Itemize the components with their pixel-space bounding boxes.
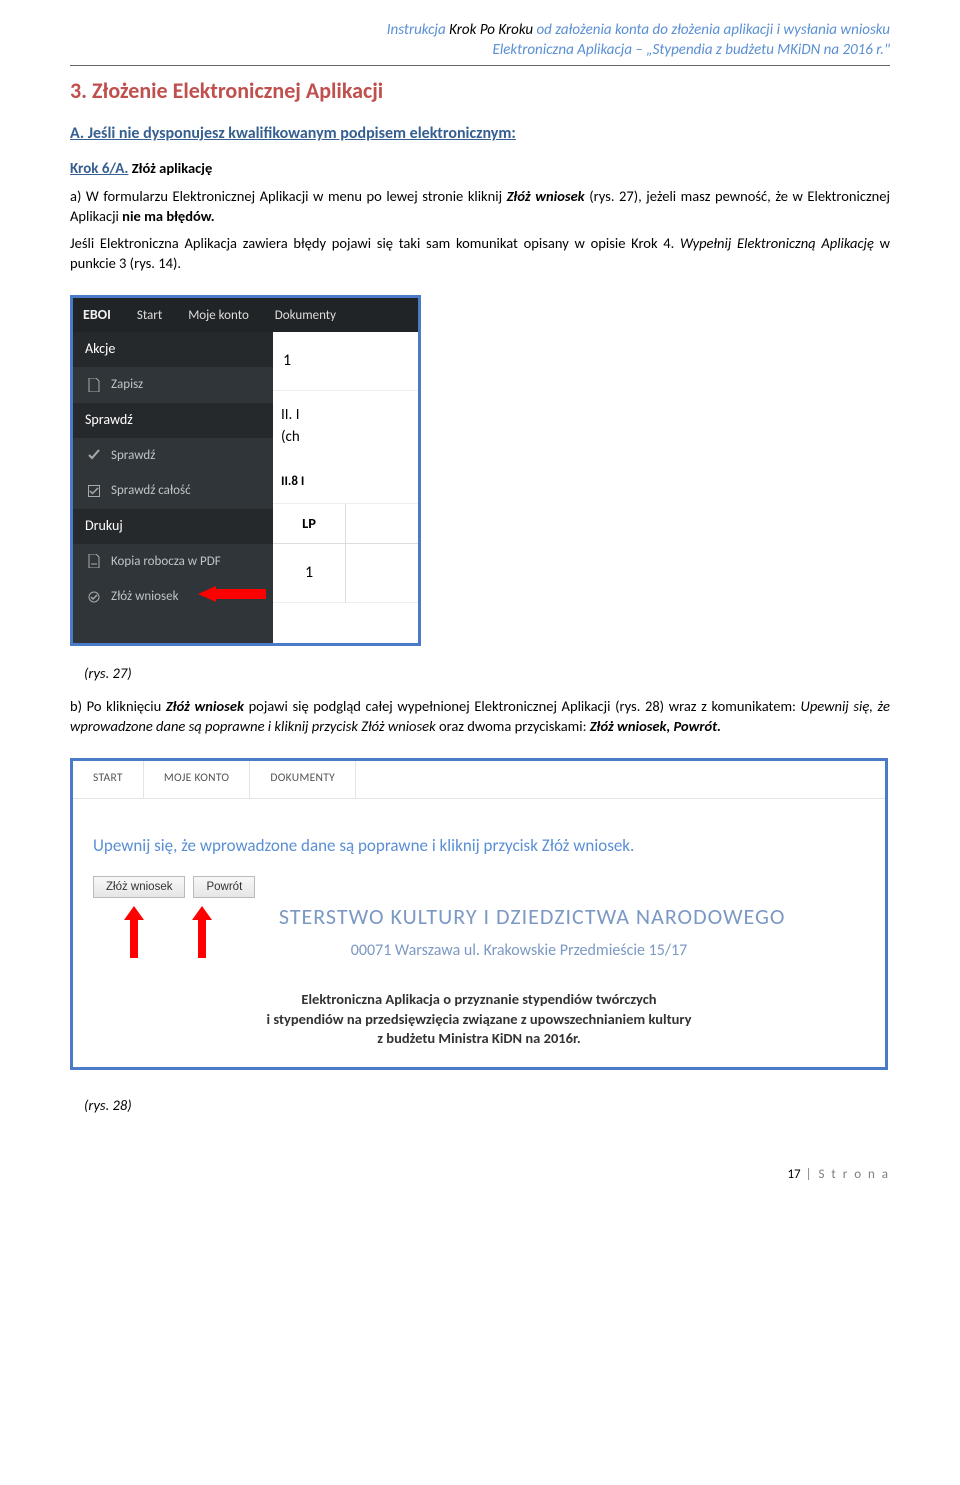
- para-a-bold: Złóż wniosek: [507, 187, 585, 205]
- page-footer: 17 | S t r o n a: [70, 1166, 890, 1184]
- para-b-ital: Wypełnij Elektroniczną Aplikację: [680, 234, 874, 252]
- subsection-a: A. Jeśli nie dysponujesz kwalifikowanym …: [70, 123, 890, 145]
- confirm-notice: Upewnij się, że wprowadzone dane są popr…: [93, 835, 865, 858]
- eboi-brand: EBOI: [83, 306, 111, 325]
- sidebar-item-label: Zapisz: [111, 376, 143, 394]
- annotation-arrow-icon: [198, 584, 268, 604]
- nav-start[interactable]: Start: [137, 307, 162, 325]
- paragraph-b: Jeśli Elektroniczna Aplikacja zawiera bł…: [70, 234, 890, 273]
- file-icon: [87, 378, 101, 392]
- header-line2: Elektroniczna Aplikacja – „Stypendia z b…: [70, 40, 890, 60]
- check-square-icon: [87, 485, 101, 497]
- screenshot-2: START MOJE KONTO DOKUMENTY Upewnij się, …: [70, 758, 888, 1070]
- main-h28: II.8 I: [273, 461, 418, 504]
- tabs-bar: START MOJE KONTO DOKUMENTY: [73, 761, 885, 799]
- step-line: Krok 6/A. Złóż aplikację: [70, 159, 890, 179]
- page-number: 17: [787, 1167, 800, 1182]
- nav-dokumenty[interactable]: Dokumenty: [275, 307, 336, 325]
- submit-icon: [87, 591, 101, 603]
- main-roman: II. I: [273, 391, 418, 427]
- pdf-icon: [87, 554, 101, 568]
- ministry-title: MISTERSTWO KULTURY I DZIEDZICTWA NARODOW…: [173, 902, 865, 932]
- main-cell-1: 1: [273, 332, 418, 391]
- annotation-arrows: MISTERSTWO KULTURY I DZIEDZICTWA NARODOW…: [93, 906, 865, 976]
- eboi-topbar: EBOI Start Moje konto Dokumenty: [73, 298, 418, 332]
- sidebar-item-label: Złóż wniosek: [111, 588, 179, 606]
- main-cell-1b: 1: [273, 544, 346, 603]
- app-title-line2: i stypendiów na przedsięwzięcia związane…: [93, 1010, 865, 1030]
- header-line1-rest: od założenia konta do złożenia aplikacji…: [533, 21, 890, 39]
- sidebar-item-zloz-wniosek[interactable]: Złóż wniosek: [73, 579, 273, 615]
- tab-start[interactable]: START: [73, 761, 144, 798]
- tab-moje-konto[interactable]: MOJE KONTO: [144, 761, 251, 798]
- sidebar-item-label: Sprawdź: [111, 447, 155, 465]
- eboi-main: 1 II. I (ch II.8 I LP 1: [273, 332, 418, 642]
- section-title: 3. Złożenie Elektronicznej Aplikacji: [70, 76, 890, 106]
- eboi-sidebar: Akcje Zapisz Sprawdź Sprawdź Sprawdź cał…: [73, 332, 273, 642]
- paragraph-c: b) Po kliknięciu Złóż wniosek pojawi się…: [70, 697, 890, 736]
- ministry-address: 00071 Warszawa ul. Krakowskie Przedmieśc…: [173, 940, 865, 962]
- para-c-text1: b) Po kliknięciu: [70, 697, 166, 715]
- caption-rys27: (rys. 27): [84, 664, 890, 684]
- para-b-text1: Jeśli Elektroniczna Aplikacja zawiera bł…: [70, 234, 680, 252]
- screenshot-1: EBOI Start Moje konto Dokumenty Akcje Za…: [70, 295, 421, 645]
- para-c-text3: oraz dwoma przyciskami:: [436, 717, 590, 735]
- header-line1-prefix: Instrukcja: [387, 21, 449, 39]
- paragraph-a: a) W formularzu Elektronicznej Aplikacji…: [70, 187, 890, 226]
- para-c-bold2: Złóż wniosek, Powrót.: [590, 717, 721, 735]
- powrot-button[interactable]: Powrót: [193, 876, 255, 898]
- step-rest: Złóż aplikację: [128, 159, 212, 177]
- step-label: Krok 6/A.: [70, 160, 128, 178]
- nav-moje-konto[interactable]: Moje konto: [188, 307, 249, 325]
- caption-rys28: (rys. 28): [84, 1096, 890, 1116]
- sidebar-item-kopia-pdf[interactable]: Kopia robocza w PDF: [73, 544, 273, 580]
- main-lp: LP: [273, 504, 346, 545]
- para-c-bold1: Złóż wniosek: [166, 697, 244, 715]
- sidebar-item-label: Kopia robocza w PDF: [111, 553, 221, 571]
- main-cell-blank: [346, 544, 418, 603]
- para-c-text2: pojawi się podgląd całej wypełnionej Ele…: [244, 697, 801, 715]
- main-lp-blank: [346, 504, 418, 545]
- sidebar-item-sprawdz-calosc[interactable]: Sprawdź całość: [73, 473, 273, 509]
- tab-dokumenty[interactable]: DOKUMENTY: [250, 761, 356, 798]
- header-divider: [70, 65, 890, 66]
- page-header: Instrukcja Krok Po Kroku od założenia ko…: [70, 0, 890, 61]
- sidebar-item-label: Sprawdź całość: [111, 482, 191, 500]
- para-a-text1: a) W formularzu Elektronicznej Aplikacji…: [70, 187, 507, 205]
- sidebar-item-sprawdz[interactable]: Sprawdź: [73, 438, 273, 474]
- app-title-line3: z budżetu Ministra KiDN na 2016r.: [93, 1029, 865, 1049]
- sidebar-head-akcje: Akcje: [73, 332, 273, 367]
- application-title: Elektroniczna Aplikacja o przyznanie sty…: [93, 990, 865, 1049]
- check-icon: [87, 449, 101, 461]
- sidebar-head-drukuj: Drukuj: [73, 509, 273, 544]
- para-a-bold2: nie ma błędów.: [122, 207, 214, 225]
- ministry-title-text: STERSTWO KULTURY I DZIEDZICTWA NARODOWEG…: [279, 903, 786, 930]
- header-line1-ital: Krok Po Kroku: [449, 21, 533, 39]
- main-ch: (ch: [273, 427, 418, 461]
- sidebar-head-sprawdz: Sprawdź: [73, 403, 273, 438]
- zloz-wniosek-button[interactable]: Złóż wniosek: [93, 876, 185, 898]
- app-title-line1: Elektroniczna Aplikacja o przyznanie sty…: [93, 990, 865, 1010]
- page-label: | S t r o n a: [801, 1167, 890, 1182]
- annotation-arrow-icon: [127, 906, 141, 954]
- sidebar-item-zapisz[interactable]: Zapisz: [73, 367, 273, 403]
